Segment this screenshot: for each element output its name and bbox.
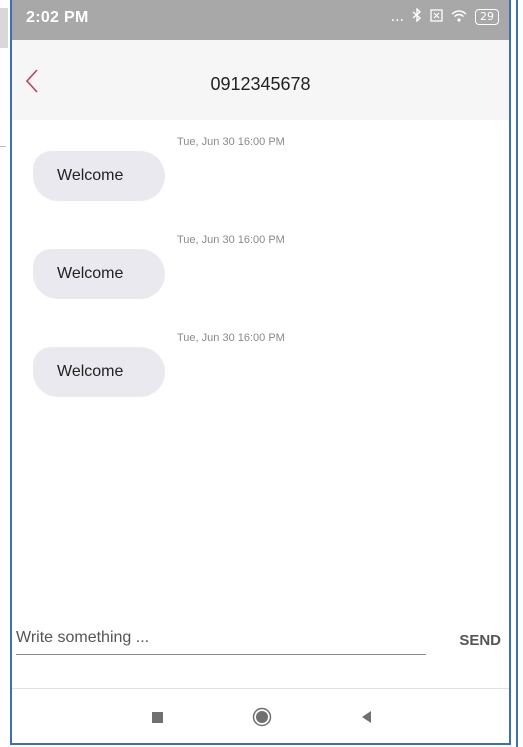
bluetooth-icon bbox=[412, 7, 422, 26]
right-border-line bbox=[516, 0, 518, 747]
home-button[interactable] bbox=[252, 707, 272, 727]
background-window-mark bbox=[0, 146, 6, 147]
nav-divider bbox=[12, 688, 509, 689]
sim-icon bbox=[430, 8, 443, 26]
battery-icon: 29 bbox=[475, 9, 499, 25]
message-timestamp: Tue, Jun 30 16:00 PM bbox=[177, 332, 285, 344]
system-back-button[interactable] bbox=[360, 710, 374, 724]
recent-apps-button[interactable] bbox=[152, 712, 163, 723]
message-list[interactable]: Tue, Jun 30 16:00 PM Welcome Tue, Jun 30… bbox=[12, 120, 509, 620]
chat-header: 0912345678 bbox=[12, 40, 509, 120]
message-item: Tue, Jun 30 16:00 PM Welcome bbox=[12, 120, 509, 218]
phone-screen: 2:02 PM ... 29 0912345678 Tue, Jun 30 16… bbox=[10, 0, 511, 745]
message-bubble: Welcome bbox=[33, 151, 165, 201]
send-button[interactable]: SEND bbox=[459, 632, 501, 649]
background-window-edge bbox=[0, 0, 8, 747]
status-bar: 2:02 PM ... 29 bbox=[12, 0, 509, 40]
message-input[interactable] bbox=[16, 624, 426, 655]
wifi-icon bbox=[451, 9, 467, 26]
status-time: 2:02 PM bbox=[26, 9, 89, 26]
system-nav-bar bbox=[12, 690, 509, 743]
contact-number-title: 0912345678 bbox=[210, 74, 311, 94]
message-bubble: Welcome bbox=[33, 347, 165, 397]
message-composer: SEND bbox=[12, 612, 509, 662]
status-dots: ... bbox=[390, 9, 404, 25]
background-window-header bbox=[0, 8, 8, 48]
message-item: Tue, Jun 30 16:00 PM Welcome bbox=[12, 316, 509, 414]
message-timestamp: Tue, Jun 30 16:00 PM bbox=[177, 136, 285, 148]
right-border bbox=[513, 0, 523, 747]
message-timestamp: Tue, Jun 30 16:00 PM bbox=[177, 234, 285, 246]
status-icons: ... 29 bbox=[390, 7, 499, 26]
circle-icon bbox=[252, 707, 272, 727]
triangle-left-icon bbox=[362, 711, 371, 723]
message-item: Tue, Jun 30 16:00 PM Welcome bbox=[12, 218, 509, 316]
message-bubble: Welcome bbox=[33, 249, 165, 299]
